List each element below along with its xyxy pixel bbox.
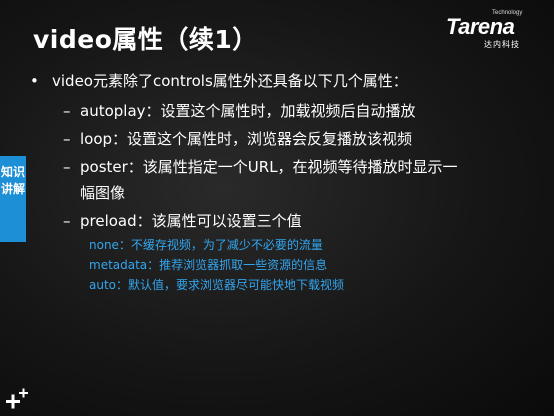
preload-note-auto: auto：默认值，要求浏览器尽可能快地下载视频 xyxy=(89,278,345,292)
sub-item-autoplay: – autoplay：设置这个属性时，加载视频后自动播放 xyxy=(63,100,416,121)
dash-icon: – xyxy=(63,102,71,120)
logo-tarena-text: Tarena xyxy=(446,14,515,39)
logo-subtitle: 达内科技 xyxy=(484,40,520,49)
poster-continuation: 幅图像 xyxy=(80,184,126,202)
sub-item-text: preload：该属性可以设置三个值 xyxy=(80,212,302,230)
dash-icon: – xyxy=(63,130,71,148)
slide-title: video属性（续1） xyxy=(33,25,258,54)
plus-decoration-icon xyxy=(6,388,28,409)
sub-item-text: loop：设置这个属性时，浏览器会反复播放该视频 xyxy=(80,130,413,148)
sub-item-loop: – loop：设置这个属性时，浏览器会反复播放该视频 xyxy=(63,128,412,149)
preload-note-none: none：不缓存视频，为了减少不必要的流量 xyxy=(89,238,323,252)
preload-note-metadata: metadata：推荐浏览器抓取一些资源的信息 xyxy=(89,258,328,272)
main-bullet-text: video元素除了controls属性外还具备以下几个属性： xyxy=(52,72,408,90)
side-tab-knowledge: 知识讲解 xyxy=(0,156,26,242)
sub-item-poster: – poster：该属性指定一个URL，在视频等待播放时显示一 xyxy=(63,156,458,177)
sub-item-preload: – preload：该属性可以设置三个值 xyxy=(63,210,302,231)
dash-icon: – xyxy=(63,212,71,230)
slide: video属性（续1） Technology Tarena 达内科技 知识讲解 … xyxy=(0,0,554,416)
dash-icon: – xyxy=(63,158,71,176)
main-bullet: • video元素除了controls属性外还具备以下几个属性： xyxy=(30,70,408,91)
sub-item-text: poster：该属性指定一个URL，在视频等待播放时显示一 xyxy=(80,158,458,176)
sub-item-text: autoplay：设置这个属性时，加载视频后自动播放 xyxy=(80,102,416,120)
tarena-logo: Technology Tarena 达内科技 xyxy=(446,10,546,50)
bullet-dot-icon: • xyxy=(30,72,39,90)
